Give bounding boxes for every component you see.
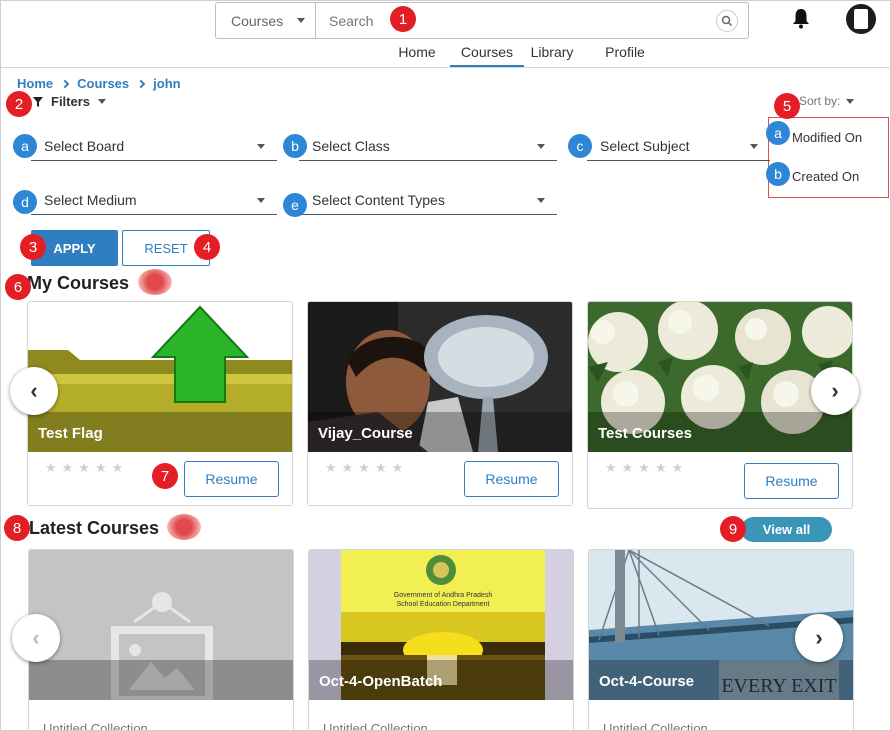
content-type-select[interactable]: Select Content Types — [299, 185, 557, 215]
course-title: Test Courses — [598, 425, 692, 442]
main-nav: Home Courses Library Profile — [384, 41, 670, 67]
course-title: Test Flag — [38, 425, 103, 442]
annotation-marker-6: 6 — [5, 274, 31, 300]
medium-select[interactable]: Select Medium — [31, 185, 277, 215]
chevron-down-icon — [257, 144, 265, 149]
course-card[interactable]: Test Courses ★★★★★ Resume — [587, 301, 853, 509]
breadcrumb-user[interactable]: john — [153, 76, 180, 91]
annotation-marker-8: 8 — [4, 515, 30, 541]
chevron-down-icon — [98, 99, 107, 104]
annotation-marker-9: 9 — [720, 516, 746, 542]
chevron-right-icon — [60, 79, 70, 88]
nav-library[interactable]: Library — [524, 41, 580, 67]
class-select-label: Select Class — [312, 137, 390, 154]
course-thumbnail — [29, 550, 293, 700]
annotation-marker-5: 5 — [774, 93, 800, 119]
chevron-left-icon[interactable]: ‹ — [10, 367, 58, 415]
search-input[interactable] — [316, 3, 716, 38]
subject-select[interactable]: Select Subject — [587, 131, 770, 161]
board-select[interactable]: Select Board — [31, 131, 277, 161]
app-frame: Courses Home Courses Library Profile Hom… — [0, 0, 891, 731]
medium-select-label: Select Medium — [44, 191, 137, 208]
star-icon: ★★★★★ — [605, 460, 689, 475]
filters-label: Filters — [51, 94, 91, 109]
resume-button[interactable]: Resume — [744, 463, 839, 499]
chevron-down-icon — [537, 198, 545, 203]
sort-option-modified[interactable]: Modified On — [792, 130, 862, 145]
annotation-marker-4: 4 — [194, 234, 220, 260]
filter-marker-d: d — [13, 190, 37, 214]
sort-marker-b: b — [766, 162, 790, 186]
annotation-marker-2: 2 — [6, 91, 32, 117]
filter-marker-b: b — [283, 134, 307, 158]
course-title: Oct-4-OpenBatch — [319, 673, 443, 690]
course-thumbnail: Test Courses — [588, 302, 852, 452]
chevron-down-icon — [297, 18, 306, 23]
annotation-marker-1: 1 — [390, 6, 416, 32]
chevron-right-icon[interactable]: › — [795, 614, 843, 662]
course-thumbnail: Government of Andhra Pradesh School Educ… — [309, 550, 573, 700]
sort-marker-a: a — [766, 121, 790, 145]
breadcrumb-courses[interactable]: Courses — [77, 76, 129, 91]
search-bar: Courses — [215, 2, 749, 39]
annotation-marker-3: 3 — [20, 234, 46, 260]
chevron-right-icon — [136, 79, 146, 88]
my-courses-title: My Courses — [27, 273, 130, 293]
chevron-down-icon — [257, 198, 265, 203]
filter-marker-c: c — [568, 134, 592, 158]
search-icon[interactable] — [716, 10, 738, 32]
filter-icon — [33, 96, 43, 107]
chevron-down-icon — [846, 98, 855, 104]
thumbnail-text-line1: Government of Andhra Pradesh — [394, 592, 493, 599]
filters-toggle[interactable]: Filters — [33, 94, 107, 109]
resume-button[interactable]: Resume — [184, 461, 279, 497]
filter-marker-e: e — [283, 193, 307, 217]
course-subtitle: Untitled Collection — [43, 721, 148, 731]
course-subtitle: Untitled Collection — [323, 721, 428, 731]
course-card[interactable]: Untitled Collection — [28, 549, 294, 731]
breadcrumb-home[interactable]: Home — [17, 76, 53, 91]
bell-icon[interactable] — [791, 7, 811, 29]
count-badge — [167, 514, 201, 540]
course-card[interactable]: Government of Andhra Pradesh School Educ… — [308, 549, 574, 731]
thumbnail-text-line2: School Education Department — [397, 601, 490, 608]
course-title: Vijay_Course — [318, 425, 413, 442]
nav-home[interactable]: Home — [384, 41, 450, 67]
chevron-left-icon[interactable]: ‹ — [12, 614, 60, 662]
avatar-icon[interactable] — [846, 4, 876, 34]
chevron-down-icon — [750, 144, 758, 149]
chevron-right-icon[interactable]: › — [811, 367, 859, 415]
star-icon: ★★★★★ — [45, 460, 129, 475]
resume-button[interactable]: Resume — [464, 461, 559, 497]
subject-select-label: Select Subject — [600, 137, 690, 154]
sort-option-created[interactable]: Created On — [792, 169, 859, 184]
chevron-down-icon — [537, 144, 545, 149]
annotation-marker-7: 7 — [152, 463, 178, 489]
search-scope-select[interactable]: Courses — [216, 3, 316, 38]
title-overlay — [29, 660, 293, 700]
latest-courses-title: Latest Courses — [29, 518, 160, 538]
breadcrumb: Home Courses john — [17, 76, 181, 91]
sort-by-toggle[interactable]: Sort by: — [799, 94, 855, 108]
sort-by-label: Sort by: — [799, 94, 841, 108]
view-all-button[interactable]: View all — [741, 517, 832, 542]
course-title: Oct-4-Course — [599, 673, 695, 690]
course-thumbnail: Vijay_Course — [308, 302, 572, 452]
nav-profile[interactable]: Profile — [580, 41, 670, 67]
course-card[interactable]: Vijay_Course ★★★★★ Resume — [307, 301, 573, 506]
count-badge — [138, 269, 172, 295]
content-type-select-label: Select Content Types — [312, 191, 445, 208]
nav-courses[interactable]: Courses — [450, 41, 524, 67]
class-select[interactable]: Select Class — [299, 131, 557, 161]
nav-divider — [1, 67, 890, 68]
search-scope-label: Courses — [231, 12, 284, 29]
course-thumbnail: Test Flag — [28, 302, 292, 452]
filter-marker-a: a — [13, 134, 37, 158]
star-icon: ★★★★★ — [325, 460, 409, 475]
board-select-label: Select Board — [44, 137, 125, 154]
course-subtitle: Untitled Collection — [603, 721, 708, 731]
